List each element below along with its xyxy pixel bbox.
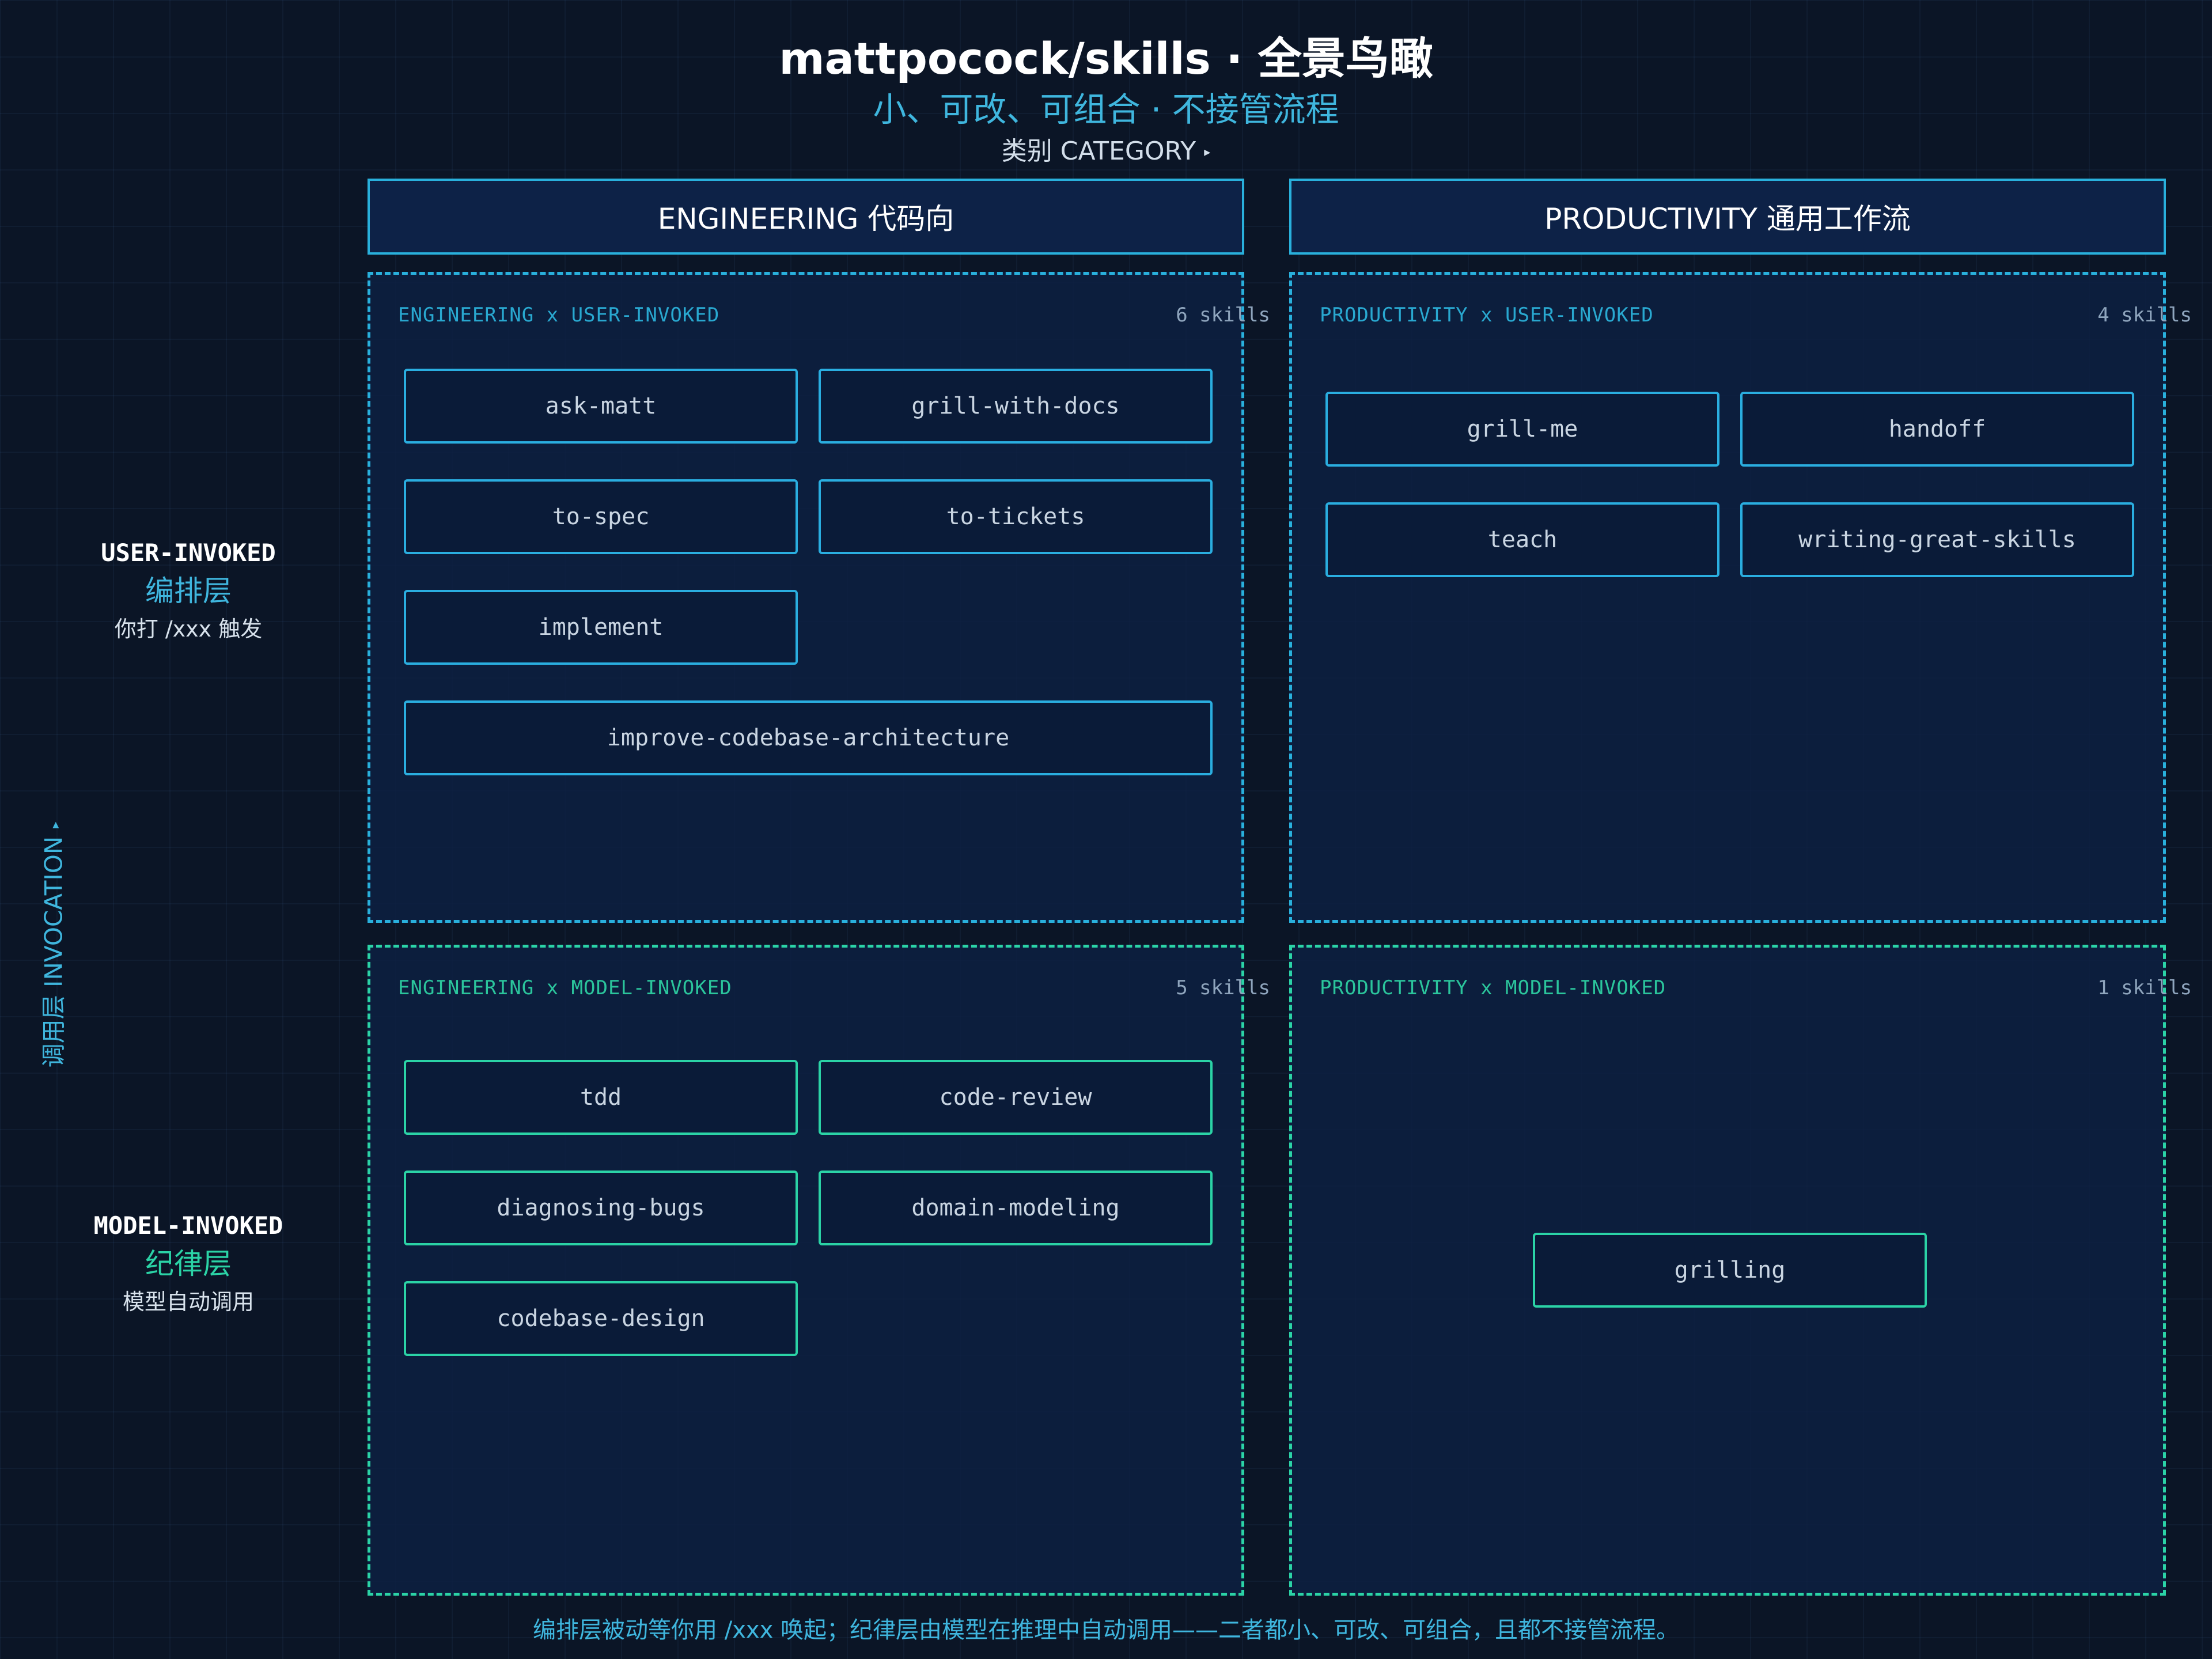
quadrant-engineering-user-invoked: ENGINEERING x USER-INVOKED 6 skills ask-… [368,272,1270,923]
row-label-en: USER-INVOKED [101,539,276,567]
quadrant-skill-count: 6 skills [1176,304,1270,327]
row-label-user-invoked: USER-INVOKED 编排层 你打 /xxx 触发 [35,536,342,646]
skill-card-grilling[interactable]: grilling [1533,1233,1927,1308]
skill-card-codebase-design[interactable]: codebase-design [404,1281,798,1356]
category-axis-text: 类别 CATEGORY [1001,137,1196,166]
skill-card-writing-great-skills[interactable]: writing-great-skills [1740,502,2134,577]
quadrant-skill-count: 1 skills [2097,976,2192,999]
row-label-desc: 模型自动调用 [122,1289,254,1315]
skill-card-ask-matt[interactable]: ask-matt [404,369,798,444]
column-header-productivity: PRODUCTIVITY 通用工作流 [1289,179,2166,255]
column-header-label: PRODUCTIVITY 通用工作流 [1544,202,1911,236]
row-label-en: MODEL-INVOKED [93,1211,283,1240]
page-title: mattpocock/skills · 全景鸟瞰 [779,33,1433,84]
skill-card-tdd[interactable]: tdd [404,1060,798,1135]
skill-card-improve-codebase-architecture[interactable]: improve-codebase-architecture [404,700,1213,775]
footer-note: 编排层被动等你用 /xxx 唤起；纪律层由模型在推理中自动调用——二者都小、可改… [533,1617,1679,1643]
row-label-zh: 编排层 [145,574,232,608]
column-header-engineering: ENGINEERING 代码向 [368,179,1244,255]
quadrant-engineering-model-invoked: ENGINEERING x MODEL-INVOKED 5 skills tdd… [368,945,1270,1596]
row-label-zh: 纪律层 [145,1247,232,1281]
row-label-model-invoked: MODEL-INVOKED 纪律层 模型自动调用 [35,1209,342,1319]
invocation-axis-label: 调用层 INVOCATION ▸ [35,822,70,1068]
skill-card-grill-me[interactable]: grill-me [1325,392,1719,467]
skill-card-code-review[interactable]: code-review [819,1060,1213,1135]
row-label-desc: 你打 /xxx 触发 [114,616,263,642]
skill-card-to-tickets[interactable]: to-tickets [819,479,1213,554]
skill-card-implement[interactable]: implement [404,590,798,665]
page-subtitle: 小、可改、可组合 · 不接管流程 [873,90,1339,129]
skill-card-to-spec[interactable]: to-spec [404,479,798,554]
skill-card-teach[interactable]: teach [1325,502,1719,577]
skill-card-grill-with-docs[interactable]: grill-with-docs [819,369,1213,444]
skill-card-handoff[interactable]: handoff [1740,392,2134,467]
triangle-up-icon: ▸ [48,821,63,828]
invocation-axis-text: 调用层 INVOCATION [39,836,68,1068]
quadrant-productivity-model-invoked: PRODUCTIVITY x MODEL-INVOKED 1 skills gr… [1289,945,2192,1596]
quadrant-productivity-user-invoked: PRODUCTIVITY x USER-INVOKED 4 skills gri… [1289,272,2192,923]
quadrant-label: ENGINEERING x MODEL-INVOKED [398,976,732,999]
category-axis-label: 类别 CATEGORY ▸ [0,131,2212,173]
quadrant-label: PRODUCTIVITY x USER-INVOKED [1320,304,1654,327]
triangle-right-icon: ▸ [1204,145,1211,160]
skill-card-domain-modeling[interactable]: domain-modeling [819,1171,1213,1245]
skill-card-diagnosing-bugs[interactable]: diagnosing-bugs [404,1171,798,1245]
quadrant-skill-count: 5 skills [1176,976,1270,999]
quadrant-label: ENGINEERING x USER-INVOKED [398,304,720,327]
quadrant-skill-count: 4 skills [2097,304,2192,327]
column-header-label: ENGINEERING 代码向 [657,202,955,236]
quadrant-label: PRODUCTIVITY x MODEL-INVOKED [1320,976,1666,999]
